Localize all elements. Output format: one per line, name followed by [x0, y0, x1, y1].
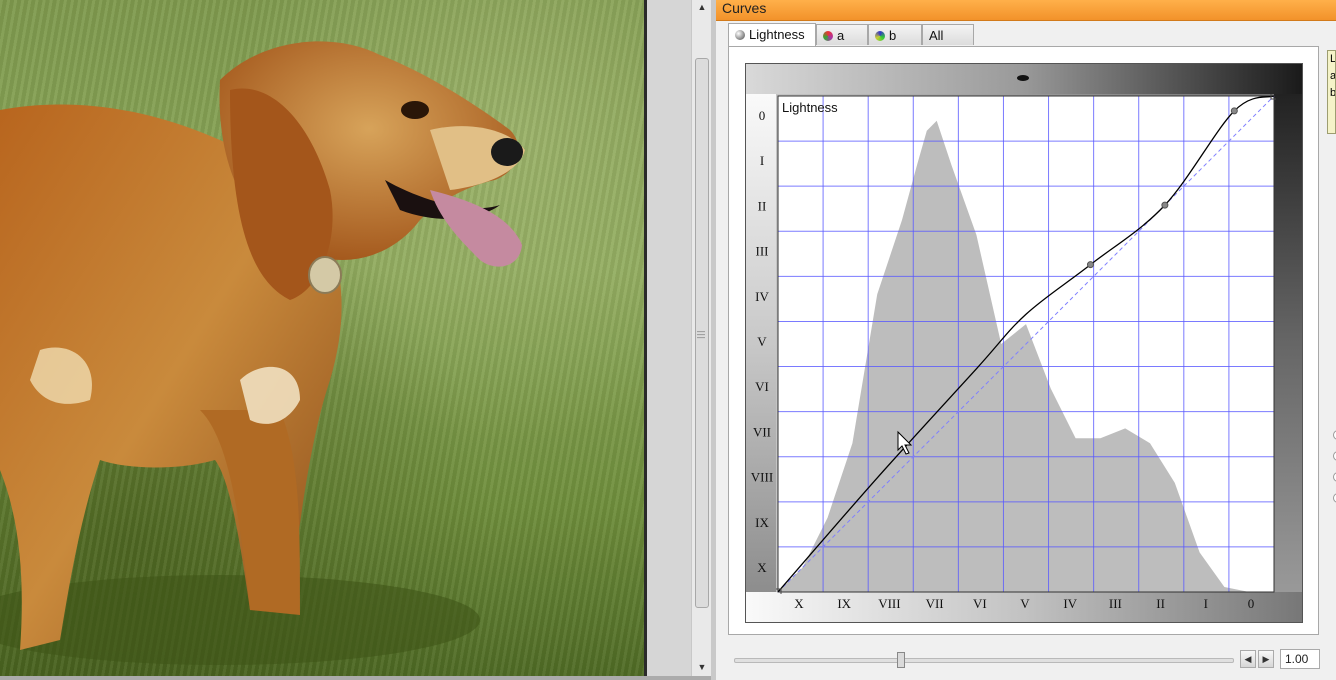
- info-box: L a b: [1327, 50, 1336, 134]
- panel-title-bar[interactable]: Curves: [716, 0, 1336, 21]
- scroll-down-arrow-icon[interactable]: ▼: [692, 660, 712, 674]
- curves-panel: Curves Lightness a b All Lightness 0 I I…: [716, 0, 1336, 680]
- eye-icon[interactable]: [746, 64, 1302, 94]
- info-line: b: [1330, 87, 1336, 99]
- curve-plot[interactable]: Lightness: [776, 94, 1276, 594]
- slider-track[interactable]: [734, 658, 1234, 663]
- vertical-scrollbar[interactable]: ▲ — — — ▼: [691, 0, 712, 676]
- dog-photo: [0, 41, 525, 665]
- canvas-background: [647, 0, 691, 676]
- slider-value-field[interactable]: 1.00: [1280, 649, 1320, 669]
- input-gradient-left: [746, 94, 776, 592]
- input-gradient-right: [1274, 94, 1302, 592]
- decrease-arrow-icon[interactable]: ◀: [1240, 650, 1256, 668]
- lightness-channel-icon: [735, 30, 745, 40]
- app-window: ▲ — — — ▼ Curves Lightness a b All Light…: [0, 0, 1336, 680]
- curve-control-point[interactable]: [1230, 107, 1238, 115]
- status-strip: [0, 676, 716, 680]
- chart-channel-label: Lightness: [782, 100, 838, 115]
- tab-a[interactable]: a: [816, 24, 868, 45]
- tab-label: a: [837, 28, 845, 43]
- slider-thumb[interactable]: [897, 652, 905, 668]
- gamma-slider[interactable]: [728, 648, 1236, 670]
- output-gradient-top: [746, 64, 1302, 94]
- tab-label: All: [929, 28, 944, 43]
- b-channel-icon: [875, 31, 885, 41]
- info-line: L: [1330, 53, 1336, 65]
- a-channel-icon: [823, 31, 833, 41]
- curve-control-point[interactable]: [1086, 261, 1094, 269]
- tab-all[interactable]: All: [922, 24, 974, 45]
- grip-icon: — — —: [697, 327, 705, 342]
- panel-title: Curves: [722, 0, 767, 16]
- tab-label: b: [889, 28, 897, 43]
- tab-label: Lightness: [749, 27, 805, 42]
- tab-b[interactable]: b: [868, 24, 922, 45]
- scroll-up-arrow-icon[interactable]: ▲: [692, 0, 712, 14]
- image-canvas[interactable]: [0, 0, 644, 676]
- info-line: a: [1330, 70, 1336, 82]
- tab-lightness[interactable]: Lightness: [728, 23, 816, 46]
- curve-control-point[interactable]: [1161, 201, 1169, 209]
- curves-editor: Lightness 0 I II III IV V VI VII VIII IX X X IX VIII V…: [745, 63, 1303, 623]
- output-gradient-bottom: [746, 592, 1302, 622]
- increase-arrow-icon[interactable]: ▶: [1258, 650, 1274, 668]
